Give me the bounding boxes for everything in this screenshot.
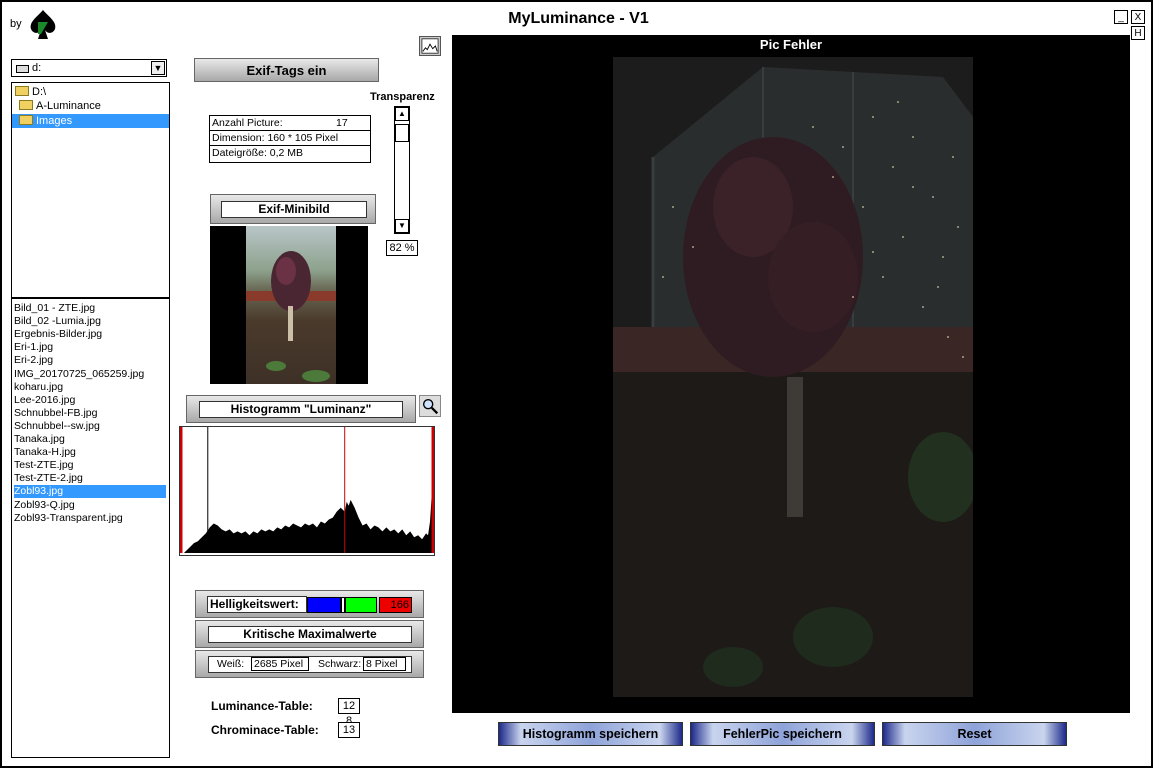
chrominance-table-label: Chrominace-Table:: [211, 723, 319, 737]
file-list-item[interactable]: Eri-2.jpg: [14, 354, 166, 367]
hard-drive-icon: [16, 65, 29, 73]
histogram-header[interactable]: Histogramm "Luminanz": [186, 395, 416, 423]
count-row: Anzahl Picture: 17: [210, 116, 370, 131]
kritische-maximalwerte-label: Kritische Maximalwerte: [208, 626, 412, 643]
filesize-row: Dateigröße: 0,2 MB: [212, 147, 304, 159]
folder-open-icon: [15, 86, 29, 97]
plant-thumbnail-icon: [246, 251, 336, 382]
weiss-label: Weiß:: [217, 658, 245, 670]
kritische-values-box: Weiß: 2685 Pixel Schwarz: 8 Pixel: [208, 656, 412, 673]
exif-minibild-button[interactable]: Exif-Minibild: [210, 194, 376, 224]
dimension-row: Dimension: 160 * 105 Pixel: [210, 131, 370, 146]
file-list-item[interactable]: Bild_02 -Lumia.jpg: [14, 315, 166, 328]
luminance-table-value[interactable]: 12 8: [338, 698, 360, 727]
file-list[interactable]: Bild_01 - ZTE.jpg Bild_02 -Lumia.jpg Ergeb…: [11, 298, 170, 758]
folder-tree[interactable]: D:\ A-Luminance Images: [11, 82, 170, 298]
scroll-down-icon[interactable]: ▼: [395, 219, 409, 233]
file-list-item[interactable]: Lee-2016.jpg: [14, 394, 166, 407]
file-list-item[interactable]: Test-ZTE.jpg: [14, 459, 166, 472]
error-preview-image: [613, 57, 973, 697]
file-list-item[interactable]: koharu.jpg: [14, 381, 166, 394]
count-label: Anzahl Picture:: [212, 117, 283, 129]
file-list-item[interactable]: Schnubbel--sw.jpg: [14, 420, 166, 433]
help-button[interactable]: H: [1131, 26, 1145, 40]
exif-tags-button-label: Exif-Tags ein: [246, 63, 327, 78]
chrominance-table-value[interactable]: 13: [338, 722, 360, 738]
weiss-value: 2685 Pixel: [251, 657, 309, 671]
transparency-label: Transparenz: [370, 91, 435, 103]
file-list-item[interactable]: Schnubbel-FB.jpg: [14, 407, 166, 420]
minimize-button[interactable]: _: [1114, 10, 1128, 24]
file-list-item[interactable]: Zobl93-Transparent.jpg: [14, 512, 166, 525]
tree-item-drive[interactable]: D:\: [15, 85, 46, 99]
preview-title: Pic Fehler: [759, 37, 823, 52]
helligkeitswert-panel: Helligkeitswert: 166: [195, 590, 424, 618]
file-list-item[interactable]: Tanaka.jpg: [14, 433, 166, 446]
drive-select[interactable]: d: ▼: [11, 59, 167, 77]
blue-swatch: [307, 597, 341, 613]
file-list-item[interactable]: IMG_20170725_065259.jpg: [14, 368, 166, 381]
file-list-item[interactable]: Zobl93.jpg: [14, 485, 166, 499]
luminance-histogram: [179, 426, 435, 556]
exif-tags-button[interactable]: Exif-Tags ein: [194, 58, 379, 82]
file-list-item[interactable]: Test-ZTE-2.jpg: [14, 472, 166, 485]
luminance-table-label: Luminance-Table:: [211, 699, 313, 713]
kritische-values-panel: Weiß: 2685 Pixel Schwarz: 8 Pixel: [195, 650, 424, 678]
transparency-value: 82 %: [386, 240, 418, 256]
tree-item-label: A-Luminance: [36, 100, 101, 112]
count-value: 17: [336, 117, 348, 129]
app-window: by MyLuminance - V1 _ X H d: ▼ D:\ A-Lum…: [0, 0, 1153, 768]
folder-open-icon: [19, 100, 33, 111]
schwarz-label: Schwarz:: [318, 658, 362, 670]
helligkeitswert-label: Helligkeitswert:: [207, 596, 307, 613]
slider-thumb[interactable]: [395, 124, 409, 142]
histogram-view-icon[interactable]: [419, 36, 441, 56]
plant-photo-icon: [613, 57, 973, 697]
chevron-down-icon[interactable]: ▼: [151, 61, 165, 75]
tree-item-label: D:\: [32, 86, 47, 98]
error-preview-panel: Pic Fehler: [452, 35, 1130, 713]
thumbnail-photo: [246, 226, 336, 384]
file-list-item[interactable]: Tanaka-H.jpg: [14, 446, 166, 459]
kritische-maximalwerte-header: Kritische Maximalwerte: [195, 620, 424, 648]
exif-info-table: Anzahl Picture: 17 Dimension: 160 * 105 …: [209, 115, 371, 163]
schwarz-value: 8 Pixel: [363, 657, 406, 671]
tree-item-images[interactable]: Images: [12, 114, 169, 128]
green-swatch: [345, 597, 377, 613]
exif-thumbnail-image: [210, 226, 368, 384]
file-list-item[interactable]: Bild_01 - ZTE.jpg: [14, 302, 166, 315]
histogram-label: Histogramm "Luminanz": [199, 401, 403, 418]
close-button[interactable]: X: [1131, 10, 1145, 24]
tree-item-label: Images: [36, 115, 73, 127]
save-fehlerpic-button[interactable]: FehlerPic speichern: [690, 722, 875, 746]
transparency-slider[interactable]: ▲ ▼: [394, 106, 410, 234]
magnifier-icon[interactable]: [419, 395, 441, 417]
exif-minibild-label: Exif-Minibild: [221, 201, 367, 218]
file-list-item[interactable]: Ergebnis-Bilder.jpg: [14, 328, 166, 341]
window-title: MyLuminance - V1: [508, 10, 649, 27]
file-list-item[interactable]: Zobl93-Q.jpg: [14, 499, 166, 512]
folder-open-icon: [19, 115, 33, 126]
brightness-value: 166: [379, 597, 412, 613]
tree-item-a-luminance[interactable]: A-Luminance: [19, 99, 101, 113]
save-histogram-button[interactable]: Histogramm speichern: [498, 722, 683, 746]
reset-button[interactable]: Reset: [882, 722, 1067, 746]
scroll-up-icon[interactable]: ▲: [395, 107, 409, 121]
file-list-item[interactable]: Eri-1.jpg: [14, 341, 166, 354]
drive-select-value: d:: [32, 62, 42, 74]
